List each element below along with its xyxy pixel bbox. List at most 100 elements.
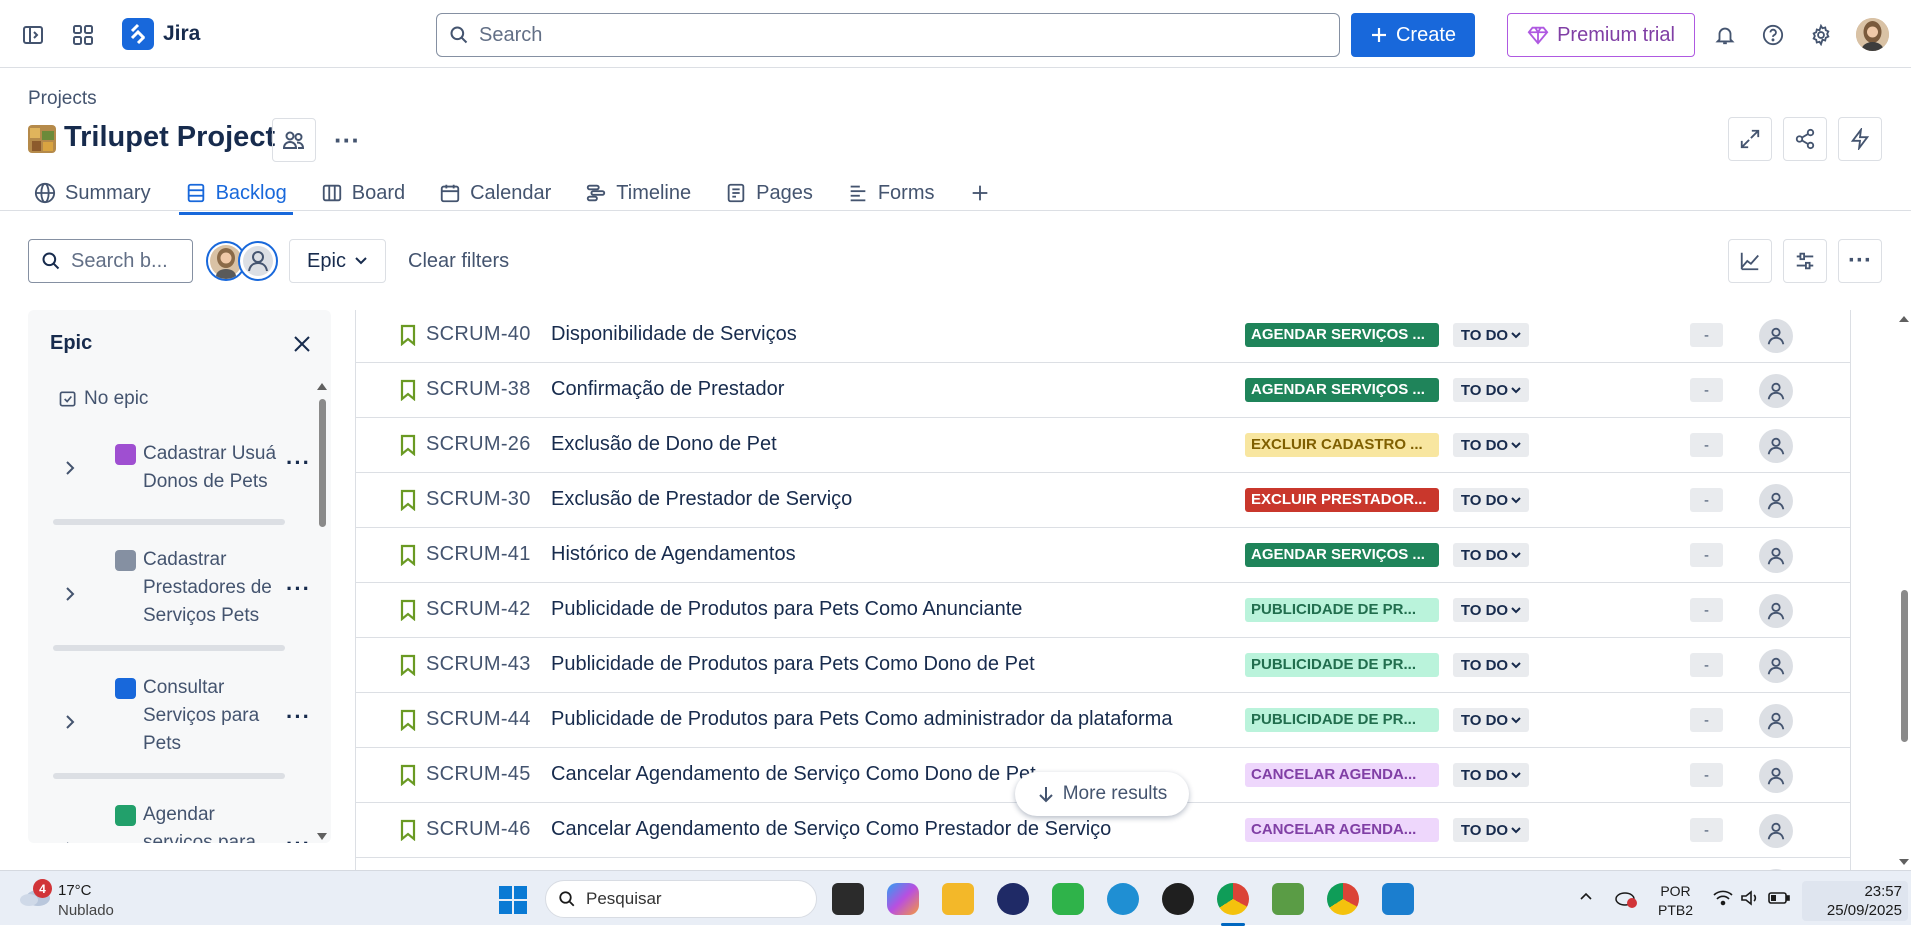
tab-summary[interactable]: Summary <box>28 174 157 212</box>
table-row[interactable]: SCRUM-42 Publicidade de Produtos para Pet… <box>356 583 1850 638</box>
cloud-sync-error-icon[interactable] <box>1614 887 1638 909</box>
issue-summary[interactable]: Cancelar Agendamento de Serviço Como Pre… <box>551 818 1111 841</box>
issue-summary[interactable]: Exclusão de Dono de Pet <box>551 433 777 456</box>
epic-item[interactable]: Cadastrar Usuá Donos de Pets ··· <box>53 440 310 525</box>
backlog-search-input[interactable]: Search b... <box>28 239 193 283</box>
epic-filter-dropdown[interactable]: Epic <box>289 239 386 283</box>
unassigned-avatar-icon[interactable] <box>1759 319 1793 353</box>
issue-key[interactable]: SCRUM-40 <box>426 323 531 346</box>
system-clock[interactable]: 23:57 25/09/2025 <box>1802 881 1908 921</box>
tab-pages[interactable]: Pages <box>719 174 819 212</box>
epic-lozenge[interactable]: AGENDAR SERVIÇOS ... <box>1245 323 1439 347</box>
chevron-right-icon[interactable] <box>63 841 77 843</box>
wifi-icon[interactable] <box>1712 889 1734 907</box>
table-row[interactable]: SCRUM-40 Disponibilidade de Serviços AGEND… <box>356 310 1850 363</box>
table-row[interactable]: SCRUM-38 Confirmação de Prestador AGENDAR … <box>356 363 1850 418</box>
table-row[interactable]: SCRUM-44 Publicidade de Produtos para Pet… <box>356 693 1850 748</box>
status-dropdown[interactable]: TO DO <box>1453 323 1529 347</box>
unassigned-avatar-icon[interactable] <box>1759 649 1793 683</box>
page-scrollbar[interactable] <box>1897 310 1911 870</box>
issue-key[interactable]: SCRUM-44 <box>426 708 531 731</box>
epic-more-actions-icon[interactable]: ··· <box>286 704 311 730</box>
obs-icon[interactable] <box>1162 883 1194 915</box>
settings-gear-icon[interactable] <box>1806 20 1836 50</box>
status-dropdown[interactable]: TO DO <box>1453 708 1529 732</box>
eclipse-icon[interactable] <box>997 883 1029 915</box>
assignee-filter-avatar-unassigned[interactable] <box>238 241 278 281</box>
automation-lightning-icon[interactable] <box>1838 117 1882 161</box>
status-dropdown[interactable]: TO DO <box>1453 763 1529 787</box>
story-points-estimate[interactable]: - <box>1690 378 1723 402</box>
table-row[interactable]: SCRUM-26 Exclusão de Dono de Pet EXCLUIR C… <box>356 418 1850 473</box>
issue-key[interactable]: SCRUM-30 <box>426 488 531 511</box>
unassigned-avatar-icon[interactable] <box>1759 759 1793 793</box>
story-points-estimate[interactable]: - <box>1690 818 1723 842</box>
more-actions-icon[interactable]: ··· <box>1838 239 1882 283</box>
edge-icon[interactable] <box>1107 883 1139 915</box>
epic-more-actions-icon[interactable]: ··· <box>286 576 311 602</box>
tab-backlog[interactable]: Backlog <box>178 174 293 215</box>
volume-icon[interactable] <box>1740 889 1760 907</box>
epic-lozenge[interactable]: CANCELAR AGENDA... <box>1245 818 1439 842</box>
story-points-estimate[interactable]: - <box>1690 488 1723 512</box>
epic-lozenge[interactable]: AGENDAR SERVIÇOS ... <box>1245 543 1439 567</box>
add-tab-button[interactable] <box>963 174 997 212</box>
help-icon[interactable] <box>1758 20 1788 50</box>
status-dropdown[interactable]: TO DO <box>1453 488 1529 512</box>
battery-icon[interactable] <box>1768 891 1790 905</box>
insights-chart-icon[interactable] <box>1728 239 1772 283</box>
premium-trial-button[interactable]: Premium trial <box>1507 13 1695 57</box>
story-points-estimate[interactable]: - <box>1690 598 1723 622</box>
story-points-estimate[interactable]: - <box>1690 708 1723 732</box>
taskbar-search-input[interactable]: Pesquisar <box>545 880 817 918</box>
unassigned-avatar-icon[interactable] <box>1759 539 1793 573</box>
epic-more-actions-icon[interactable]: ··· <box>286 450 311 476</box>
epic-lozenge[interactable]: PUBLICIDADE DE PR... <box>1245 708 1439 732</box>
unassigned-avatar-icon[interactable] <box>1759 484 1793 518</box>
tab-forms[interactable]: Forms <box>841 174 941 212</box>
notepad-icon[interactable] <box>1382 883 1414 915</box>
chevron-right-icon[interactable] <box>63 586 77 602</box>
clear-filters-button[interactable]: Clear filters <box>408 250 509 273</box>
issue-key[interactable]: SCRUM-38 <box>426 378 531 401</box>
epic-lozenge[interactable]: EXCLUIR CADASTRO ... <box>1245 433 1439 457</box>
epic-item[interactable]: Agendar serviços para ··· <box>53 801 310 843</box>
tab-calendar[interactable]: Calendar <box>433 174 557 212</box>
story-points-estimate[interactable]: - <box>1690 543 1723 567</box>
user-avatar[interactable] <box>1856 18 1889 51</box>
issue-summary[interactable]: Disponibilidade de Serviços <box>551 323 797 346</box>
epic-lozenge[interactable]: EXCLUIR PRESTADOR... <box>1245 488 1439 512</box>
issue-summary[interactable]: Exclusão de Prestador de Serviço <box>551 488 852 511</box>
status-dropdown[interactable]: TO DO <box>1453 543 1529 567</box>
view-settings-sliders-icon[interactable] <box>1783 239 1827 283</box>
status-dropdown[interactable]: TO DO <box>1453 818 1529 842</box>
issue-key[interactable]: SCRUM-41 <box>426 543 531 566</box>
notifications-bell-icon[interactable] <box>1710 20 1740 50</box>
team-people-icon[interactable] <box>272 118 316 162</box>
story-points-estimate[interactable]: - <box>1690 433 1723 457</box>
unassigned-avatar-icon[interactable] <box>1759 704 1793 738</box>
tab-timeline[interactable]: Timeline <box>579 174 697 212</box>
copilot-icon[interactable] <box>887 883 919 915</box>
unassigned-avatar-icon[interactable] <box>1759 429 1793 463</box>
more-results-button[interactable]: More results <box>1015 772 1189 816</box>
epic-panel-scrollbar[interactable] <box>316 315 328 843</box>
task-view-icon[interactable] <box>832 883 864 915</box>
image-editor-icon[interactable] <box>1272 883 1304 915</box>
table-row[interactable]: SCRUM-30 Exclusão de Prestador de Serviço… <box>356 473 1850 528</box>
jira-logo-icon[interactable] <box>122 18 154 50</box>
app-switcher-icon[interactable] <box>68 20 98 50</box>
status-dropdown[interactable]: TO DO <box>1453 598 1529 622</box>
file-explorer-icon[interactable] <box>942 883 974 915</box>
project-more-actions-icon[interactable]: ··· <box>330 125 364 155</box>
global-search-input[interactable]: Search <box>436 13 1340 57</box>
story-points-estimate[interactable]: - <box>1690 323 1723 347</box>
epic-item[interactable]: Consultar Serviços para Pets ··· <box>53 674 310 784</box>
chrome-icon[interactable] <box>1217 883 1249 915</box>
issue-key[interactable]: SCRUM-46 <box>426 818 531 841</box>
issue-summary[interactable]: Publicidade de Produtos para Pets Como D… <box>551 653 1035 676</box>
status-dropdown[interactable]: TO DO <box>1453 653 1529 677</box>
tab-board[interactable]: Board <box>315 174 411 212</box>
chevron-right-icon[interactable] <box>63 460 77 476</box>
chrome-profile-icon[interactable] <box>1327 883 1359 915</box>
